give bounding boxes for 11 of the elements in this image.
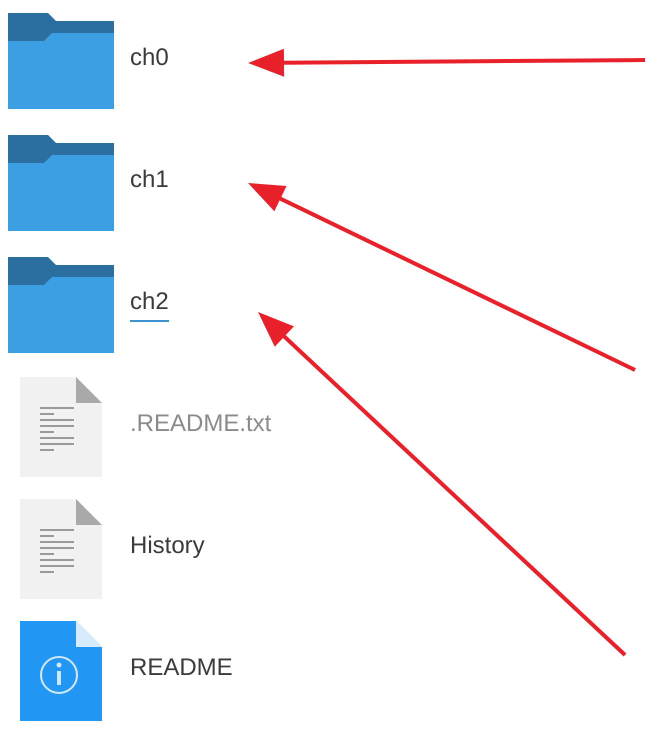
folder-icon	[8, 135, 114, 231]
text-file-icon	[20, 499, 102, 599]
file-name[interactable]: History	[130, 532, 205, 566]
folder-icon	[8, 257, 114, 353]
file-name[interactable]: README	[130, 654, 233, 688]
file-name[interactable]: ch1	[130, 166, 169, 200]
folder-icon	[8, 13, 114, 109]
text-file-icon	[20, 377, 102, 477]
file-name[interactable]: ch2	[130, 288, 169, 322]
file-name[interactable]: ch0	[130, 44, 169, 78]
info-file-icon	[20, 621, 102, 721]
